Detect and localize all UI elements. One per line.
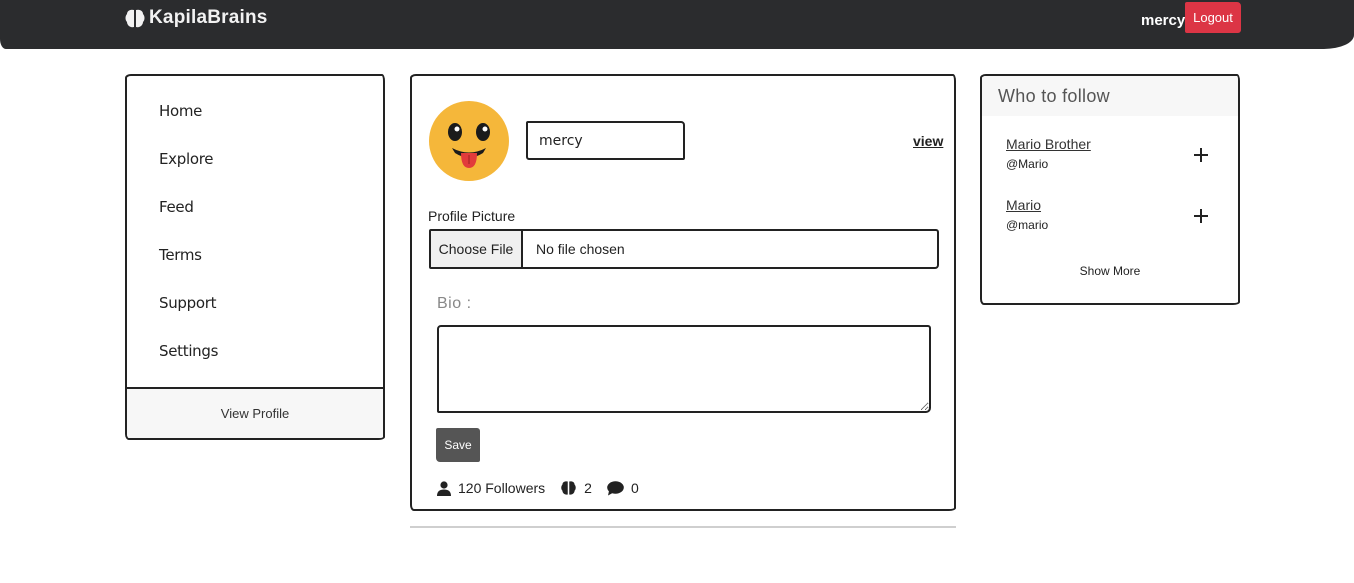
comment-icon <box>607 480 624 495</box>
plus-icon <box>1194 209 1208 223</box>
sidebar: Home Explore Feed Terms Support Settings… <box>125 74 385 440</box>
profile-edit-card: view Profile Picture Choose File No file… <box>410 74 956 511</box>
plus-icon <box>1194 148 1208 162</box>
comments-stat: 0 <box>607 480 639 496</box>
follow-button[interactable] <box>1192 146 1210 164</box>
content-divider <box>410 526 956 528</box>
brand[interactable]: KapilaBrains <box>125 7 268 29</box>
tongue-out-emoji-icon[interactable] <box>428 100 510 182</box>
brand-name: KapilaBrains <box>149 7 268 28</box>
profile-picture-label: Profile Picture <box>428 208 516 224</box>
choose-file-button[interactable]: Choose File <box>431 231 523 267</box>
brains-stat: 2 <box>560 480 592 496</box>
view-profile-link[interactable]: View Profile <box>127 387 383 438</box>
followers-stat: 120 Followers <box>437 480 545 496</box>
follow-suggestion: Mario Brother @Mario <box>1006 136 1091 171</box>
follow-button[interactable] <box>1192 207 1210 225</box>
sidebar-item-terms[interactable]: Terms <box>127 246 383 294</box>
suggested-user-handle: @mario <box>1006 218 1049 232</box>
comments-count: 0 <box>630 480 639 496</box>
sidebar-item-home[interactable]: Home <box>127 102 383 150</box>
sidebar-item-explore[interactable]: Explore <box>127 150 383 198</box>
profile-picture-file-input[interactable]: Choose File No file chosen <box>429 229 939 269</box>
file-status-text: No file chosen <box>536 241 625 257</box>
sidebar-item-settings[interactable]: Settings <box>127 342 383 390</box>
follow-suggestion: Mario @mario <box>1006 197 1048 232</box>
suggested-user-handle: @Mario <box>1006 157 1049 171</box>
nav-username[interactable]: mercy <box>1141 12 1185 29</box>
brains-count: 2 <box>584 480 592 496</box>
brain-icon <box>125 9 145 27</box>
username-input[interactable] <box>526 121 685 160</box>
logout-button[interactable]: Logout <box>1185 2 1241 33</box>
sidebar-menu: Home Explore Feed Terms Support Settings <box>127 76 383 390</box>
profile-stats: 120 Followers 2 0 <box>437 480 654 496</box>
suggested-user-name[interactable]: Mario <box>1006 197 1048 213</box>
save-button[interactable]: Save <box>436 428 480 462</box>
navbar: KapilaBrains mercy Logout <box>0 0 1354 49</box>
who-to-follow-title: Who to follow <box>982 76 1238 116</box>
view-profile-link-main[interactable]: view <box>913 133 943 149</box>
followers-count: 120 Followers <box>458 480 546 496</box>
who-to-follow-card: Who to follow Mario Brother @Mario Mario… <box>980 74 1240 305</box>
user-icon <box>437 480 451 496</box>
sidebar-item-feed[interactable]: Feed <box>127 198 383 246</box>
sidebar-item-support[interactable]: Support <box>127 294 383 342</box>
bio-textarea[interactable] <box>437 325 931 413</box>
suggested-user-name[interactable]: Mario Brother <box>1006 136 1091 152</box>
show-more-link[interactable]: Show More <box>982 264 1238 278</box>
bio-label: Bio : <box>437 295 472 312</box>
brain-icon <box>561 481 576 495</box>
